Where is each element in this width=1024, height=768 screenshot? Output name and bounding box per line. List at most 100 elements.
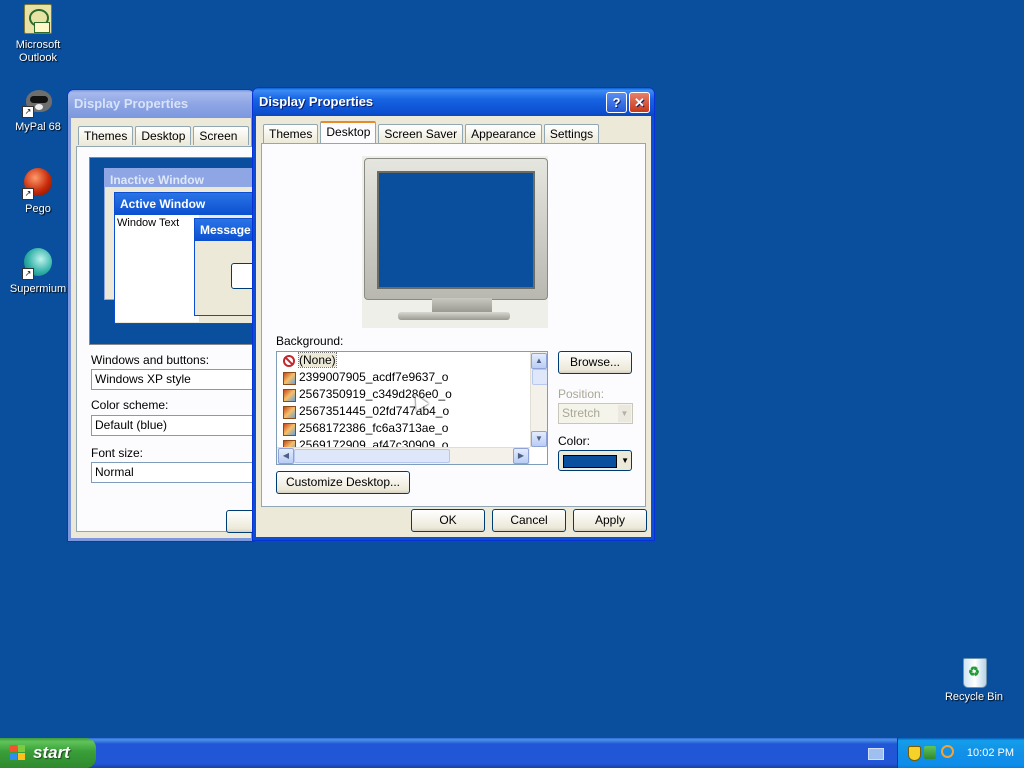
tab-themes[interactable]: Themes [78, 126, 134, 145]
tab-settings[interactable]: Settings [543, 124, 600, 143]
tab-desktop[interactable]: Desktop [135, 126, 192, 145]
start-button[interactable]: start [0, 738, 96, 768]
windows-buttons-label: Windows and buttons: [91, 353, 210, 367]
appearance-preview: Inactive Window Active Window Window Tex… [89, 157, 261, 345]
scroll-thumb[interactable] [532, 369, 547, 385]
color-label: Color: [558, 434, 591, 448]
system-tray: 10:02 PM [897, 738, 1024, 768]
color-swatch [563, 455, 617, 468]
preview-inactive-title: Inactive Window [105, 169, 260, 187]
position-label: Position: [558, 387, 605, 401]
tab-themes[interactable]: Themes [263, 124, 319, 143]
raccoon-icon: ↗ [22, 86, 54, 118]
desktop-icon-mypal[interactable]: ↗ MyPal 68 [0, 86, 76, 134]
listbox-horizontal-scrollbar[interactable]: ◀ ▶ [277, 447, 530, 464]
no-entry-icon [283, 355, 295, 367]
window-title: Display Properties [74, 96, 189, 111]
recycle-bin-icon: ♻ [958, 656, 990, 688]
tab-screen-saver[interactable]: Screen Saver [193, 126, 249, 161]
list-item-label: (None) [298, 352, 337, 368]
image-file-icon [283, 372, 296, 385]
display-properties-window[interactable]: Display Properties ? ✕ Themes Desktop Sc… [252, 87, 655, 541]
list-item-label: 2567351445_02fd747ab4_o [299, 404, 450, 418]
desktop-icon-supermium[interactable]: ↗ Supermium [0, 248, 76, 296]
close-icon: ✕ [634, 95, 645, 110]
preview-message-box: Message [194, 218, 260, 316]
tab-appearance[interactable]: Appearance [465, 124, 542, 143]
windows-logo-icon [10, 745, 26, 761]
font-size-label: Font size: [91, 446, 144, 460]
customize-desktop-button[interactable]: Customize Desktop... [276, 471, 410, 494]
window-frame: Themes Desktop Screen Saver Inactive Win… [68, 118, 268, 541]
scroll-right-arrow-icon[interactable]: ▶ [513, 448, 529, 464]
monitor-screen [377, 171, 535, 289]
apply-button[interactable]: Apply [573, 509, 647, 532]
scroll-up-arrow-icon[interactable]: ▲ [531, 353, 547, 369]
list-item-label: 2568172386_fc6a3713ae_o [299, 421, 449, 435]
position-value: Stretch [562, 406, 601, 420]
security-shield-icon[interactable] [908, 746, 921, 761]
front-window-tabs: Themes Desktop Screen Saver Appearance S… [263, 121, 601, 144]
network-icon[interactable] [924, 746, 936, 759]
display-properties-window-background[interactable]: Display Properties Themes Desktop Screen… [67, 89, 268, 542]
background-label: Background: [276, 334, 344, 348]
background-item[interactable]: 2399007905_acdf7e9637_o [277, 369, 547, 386]
horizontal-scroll-thumb[interactable] [294, 449, 450, 463]
color-scheme-label: Color scheme: [91, 398, 169, 412]
background-item[interactable]: 2569172909_af47c30909_o [277, 437, 547, 447]
image-file-icon [283, 389, 296, 402]
desktop-icon-label: MyPal 68 [15, 121, 61, 133]
desktop-icon-label: Recycle Bin [944, 691, 1004, 703]
desktop-tab-panel: Background: (None) 2399007905_acdf7e9637… [261, 143, 646, 507]
background-item[interactable]: 2567351445_02fd747ab4_o [277, 403, 547, 420]
scroll-down-arrow-icon[interactable]: ▼ [531, 431, 547, 447]
monitor-base [398, 312, 510, 320]
search-icon[interactable] [941, 745, 954, 758]
scroll-left-arrow-icon[interactable]: ◀ [278, 448, 294, 464]
front-window-titlebar[interactable]: Display Properties ? ✕ [253, 88, 654, 116]
window-title: Display Properties [259, 94, 374, 109]
ok-button[interactable]: OK [411, 509, 485, 532]
preview-window-text: Window Text [115, 215, 199, 322]
keyboard-icon[interactable] [868, 748, 884, 760]
desktop-icon-label: Microsoft Outlook [15, 39, 61, 64]
close-button[interactable]: ✕ [629, 92, 650, 113]
background-item-none[interactable]: (None) [277, 352, 547, 369]
background-item[interactable]: 2568172386_fc6a3713ae_o [277, 420, 547, 437]
monitor-icon [364, 158, 548, 300]
cancel-button[interactable]: Cancel [492, 509, 566, 532]
desktop-icon-label: Pego [25, 203, 51, 215]
desktop-icon-pego[interactable]: ↗ Pego [0, 168, 76, 216]
background-listbox[interactable]: (None) 2399007905_acdf7e9637_o 256735091… [276, 351, 548, 465]
back-window-titlebar[interactable]: Display Properties [68, 90, 254, 118]
taskbar: start 10:02 PM [0, 738, 1024, 768]
windows-buttons-select[interactable]: Windows XP style [91, 369, 266, 390]
window-frame: Themes Desktop Screen Saver Appearance S… [253, 116, 654, 540]
chevron-down-icon: ▼ [618, 405, 631, 422]
help-icon: ? [612, 95, 621, 110]
desktop-icon-recycle-bin[interactable]: ♻ Recycle Bin [936, 656, 1012, 704]
image-file-icon [283, 423, 296, 436]
tab-desktop[interactable]: Desktop [320, 121, 377, 144]
list-item-label: 2399007905_acdf7e9637_o [299, 370, 449, 384]
color-picker-button[interactable]: ▼ [558, 450, 632, 471]
browse-button[interactable]: Browse... [558, 351, 632, 374]
help-button[interactable]: ? [606, 92, 627, 113]
font-size-select[interactable]: Normal [91, 462, 266, 483]
chevron-down-icon: ▼ [621, 456, 629, 465]
back-window-tabs: Themes Desktop Screen Saver [78, 126, 251, 161]
color-scheme-select[interactable]: Default (blue) [91, 415, 266, 436]
list-item-label: 2569172909_af47c30909_o [299, 438, 449, 447]
listbox-vertical-scrollbar[interactable]: ▲ ▼ [530, 352, 547, 447]
preview-active-title: Active Window [115, 193, 260, 215]
back-window-tab-panel: Inactive Window Active Window Window Tex… [76, 146, 266, 532]
tab-screen-saver[interactable]: Screen Saver [378, 124, 464, 143]
clock[interactable]: 10:02 PM [967, 738, 1014, 768]
position-select: Stretch ▼ [558, 403, 633, 424]
supermium-icon: ↗ [22, 248, 54, 280]
desktop-icon-label: Supermium [9, 283, 67, 295]
monitor-neck [432, 298, 492, 312]
desktop-icon-microsoft-outlook[interactable]: Microsoft Outlook [0, 4, 76, 65]
pego-icon: ↗ [22, 168, 54, 200]
list-item-label: 2567350919_c349d286e0_o [299, 387, 452, 401]
